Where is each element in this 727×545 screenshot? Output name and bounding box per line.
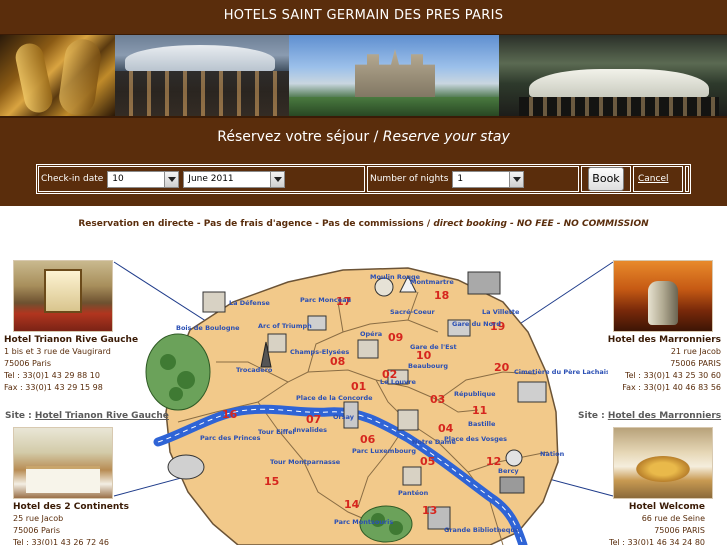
label-opera: Opéra	[360, 330, 382, 338]
label-tour-eiffel: Tour Eiffel	[258, 428, 295, 436]
hotel-marronniers-city: 75006 PARIS	[670, 359, 721, 368]
hotel-marronniers-tel: Tel : 33(0)1 43 25 30 60	[625, 371, 721, 380]
hotel-marronniers-fax: Fax : 33(0)1 40 46 83 56	[622, 383, 721, 392]
hotel-welcome-address: 66 rue de Seine	[641, 514, 705, 523]
label-parc-monceau: Parc Monceau	[300, 296, 352, 304]
nation-icon	[505, 449, 523, 467]
label-republique: République	[454, 390, 496, 398]
label-la-villette: La Villette	[482, 308, 520, 316]
hotel-welcome-city: 75006 PARIS	[654, 526, 705, 535]
pere-lachaise-icon	[517, 381, 547, 403]
label-trocadero: Trocadero	[236, 366, 273, 374]
hotel-marronniers-photo[interactable]	[613, 260, 713, 332]
hotel-continents-info: Hotel des 2 Continents 25 rue Jacob 7500…	[13, 501, 163, 545]
label-arc: Arc of Triumph	[258, 322, 312, 330]
hotel-welcome-name[interactable]: Hotel Welcome	[573, 501, 705, 513]
label-sacre-coeur: Sacré-Coeur	[390, 308, 436, 316]
arr-20: 20	[494, 361, 510, 374]
label-parc-princes: Parc des Princes	[200, 434, 261, 442]
parc-princes-icon	[167, 454, 205, 480]
arr-13: 13	[422, 504, 437, 517]
hotel-trianon-city: 75006 Paris	[4, 359, 52, 368]
la-defense-icon	[202, 291, 226, 313]
hotel-trianon-address: 1 bis et 3 rue de Vaugirard	[4, 347, 111, 356]
hotel-marronniers-name[interactable]: Hotel des Marronniers	[573, 334, 721, 346]
hotel-welcome-info: Hotel Welcome 66 rue de Seine 75006 PARI…	[573, 501, 705, 545]
label-louvre: Le Louvre	[380, 378, 416, 386]
arr-16: 16	[222, 408, 238, 421]
label-beaubourg: Beaubourg	[408, 362, 448, 370]
label-concorde: Place de la Concorde	[296, 394, 373, 402]
hotel-marronniers-site: Site : Hotel des Marronniers	[578, 411, 721, 421]
arr-03: 03	[430, 393, 445, 406]
arc-icon	[267, 333, 287, 353]
label-gare-nord: Gare du Nord	[452, 320, 501, 328]
notre-dame-icon	[397, 409, 419, 431]
label-orsay: Orsay	[333, 413, 355, 421]
label-luxembourg: Parc Luxembourg	[352, 447, 416, 455]
arr-04: 04	[438, 422, 454, 435]
label-gare-est: Gare de l'Est	[410, 343, 457, 351]
hotel-marronniers-address: 21 rue Jacob	[670, 347, 721, 356]
label-montsouris: Parc Montsouris	[334, 518, 393, 526]
arr-07: 07	[306, 413, 321, 426]
hotel-trianon-fax: Fax : 33(0)1 43 29 15 98	[4, 383, 103, 392]
la-villette-icon	[467, 271, 501, 295]
hotel-marronniers-info: Hotel des Marronniers 21 rue Jacob 75006…	[573, 334, 721, 394]
arr-06: 06	[360, 433, 376, 446]
arr-05: 05	[420, 455, 435, 468]
hotel-continents-tel: Tel : 33(0)1 43 26 72 46	[13, 538, 109, 545]
label-pantheon: Pantéon	[398, 489, 429, 497]
label-bois-boulogne: Bois de Boulogne	[176, 324, 240, 332]
opera-icon	[357, 339, 379, 359]
hotel-welcome-tel: Tel : 33(0)1 46 34 24 80	[609, 538, 705, 545]
arr-08: 08	[330, 355, 345, 368]
hotel-continents-address: 25 rue Jacob	[13, 514, 64, 523]
arr-01: 01	[351, 380, 366, 393]
hotel-continents-city: 75006 Paris	[13, 526, 61, 535]
paris-map[interactable]: 01 02 03 04 05 06 07 08 09 10 11 12 13 1…	[118, 262, 608, 545]
arr-15: 15	[264, 475, 279, 488]
arr-11: 11	[472, 404, 487, 417]
label-champs: Champs-Elysées	[290, 348, 349, 356]
arr-14: 14	[344, 498, 360, 511]
label-la-defense: La Défense	[229, 299, 270, 307]
bois-boulogne	[145, 333, 211, 411]
hotel-trianon-name[interactable]: Hotel Trianon Rive Gauche	[4, 334, 154, 346]
bercy-icon	[499, 476, 525, 494]
label-bercy: Bercy	[498, 467, 519, 475]
hotel-marronniers-site-prefix: Site :	[578, 411, 608, 421]
hotel-trianon-site-prefix: Site :	[5, 411, 35, 421]
label-bastille: Bastille	[468, 420, 496, 428]
page: HOTELS SAINT GERMAIN DES PRES PARIS Rése…	[0, 0, 727, 545]
label-invalides: Invalides	[294, 426, 327, 434]
hotel-welcome-photo[interactable]	[613, 427, 713, 499]
label-bibliotheque: Grande Bibliotheque	[444, 526, 520, 534]
label-place-vosges: Place des Vosges	[444, 435, 507, 443]
label-tour-montparnasse: Tour Montparnasse	[270, 458, 341, 466]
hotel-trianon-tel: Tel : 33(0)1 43 29 88 10	[4, 371, 100, 380]
hotel-marronniers-site-link[interactable]: Hotel des Marronniers	[608, 411, 721, 421]
pantheon-icon	[402, 466, 422, 486]
hotel-trianon-site: Site : Hotel Trianon Rive Gauche	[5, 411, 169, 421]
hotel-trianon-photo[interactable]	[13, 260, 113, 332]
label-nation: Nation	[540, 450, 565, 458]
hotel-continents-name[interactable]: Hotel des 2 Continents	[13, 501, 163, 513]
arr-09: 09	[388, 331, 403, 344]
hotel-trianon-site-link[interactable]: Hotel Trianon Rive Gauche	[35, 411, 169, 421]
label-montmartre: Montmartre	[410, 278, 454, 286]
arr-18: 18	[434, 289, 449, 302]
hotel-continents-photo[interactable]	[13, 427, 113, 499]
hotel-trianon-info: Hotel Trianon Rive Gauche 1 bis et 3 rue…	[4, 334, 154, 394]
